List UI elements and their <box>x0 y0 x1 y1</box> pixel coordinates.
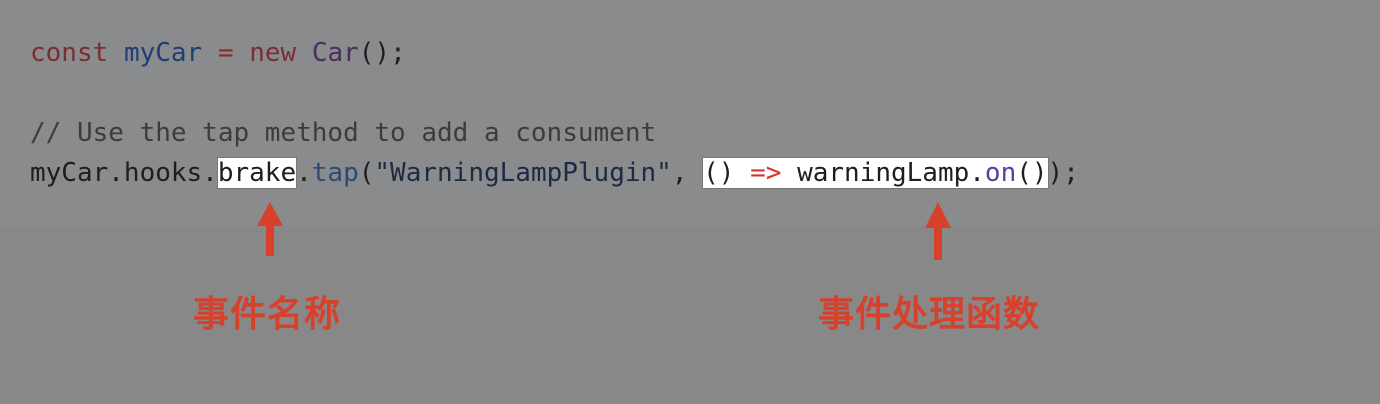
punctuation-end: (); <box>358 38 406 68</box>
hook-name-label: 事件名称 <box>193 294 342 335</box>
handler-call-object: warningLamp. <box>797 158 985 188</box>
handler-label: 事件处理函数 <box>818 294 1041 335</box>
hook-name-highlight: brake <box>216 157 298 189</box>
handler-highlight: () => warningLamp.on() <box>702 157 1049 189</box>
open-paren: ( <box>358 158 375 188</box>
comma: , <box>671 158 704 188</box>
keyword-const: const <box>30 38 109 68</box>
class-car: Car <box>311 38 359 68</box>
arrow-operator: => <box>750 158 782 188</box>
variable-mycar: myCar <box>123 38 203 68</box>
operator-assign: = <box>217 38 234 68</box>
tap-method: tap <box>311 158 359 188</box>
code-line-4: myCar.hooks.brake.tap("WarningLampPlugin… <box>30 157 1079 189</box>
handler-params: () <box>703 158 735 188</box>
hooks-object: myCar.hooks. <box>30 158 218 188</box>
code-block <box>0 0 1380 226</box>
arrow-up-icon <box>925 202 951 260</box>
dot: . <box>296 158 312 188</box>
code-line-1: const myCar = new Car(); <box>30 37 406 69</box>
code-comment: // Use the tap method to add a consument <box>30 118 657 148</box>
keyword-new: new <box>249 38 297 68</box>
handler-call-method: on <box>984 158 1017 188</box>
arrow-up-icon <box>257 202 283 256</box>
close-paren: ); <box>1047 158 1079 188</box>
handler-call-parens: () <box>1016 158 1048 188</box>
plugin-name-string: "WarningLampPlugin" <box>374 158 672 188</box>
